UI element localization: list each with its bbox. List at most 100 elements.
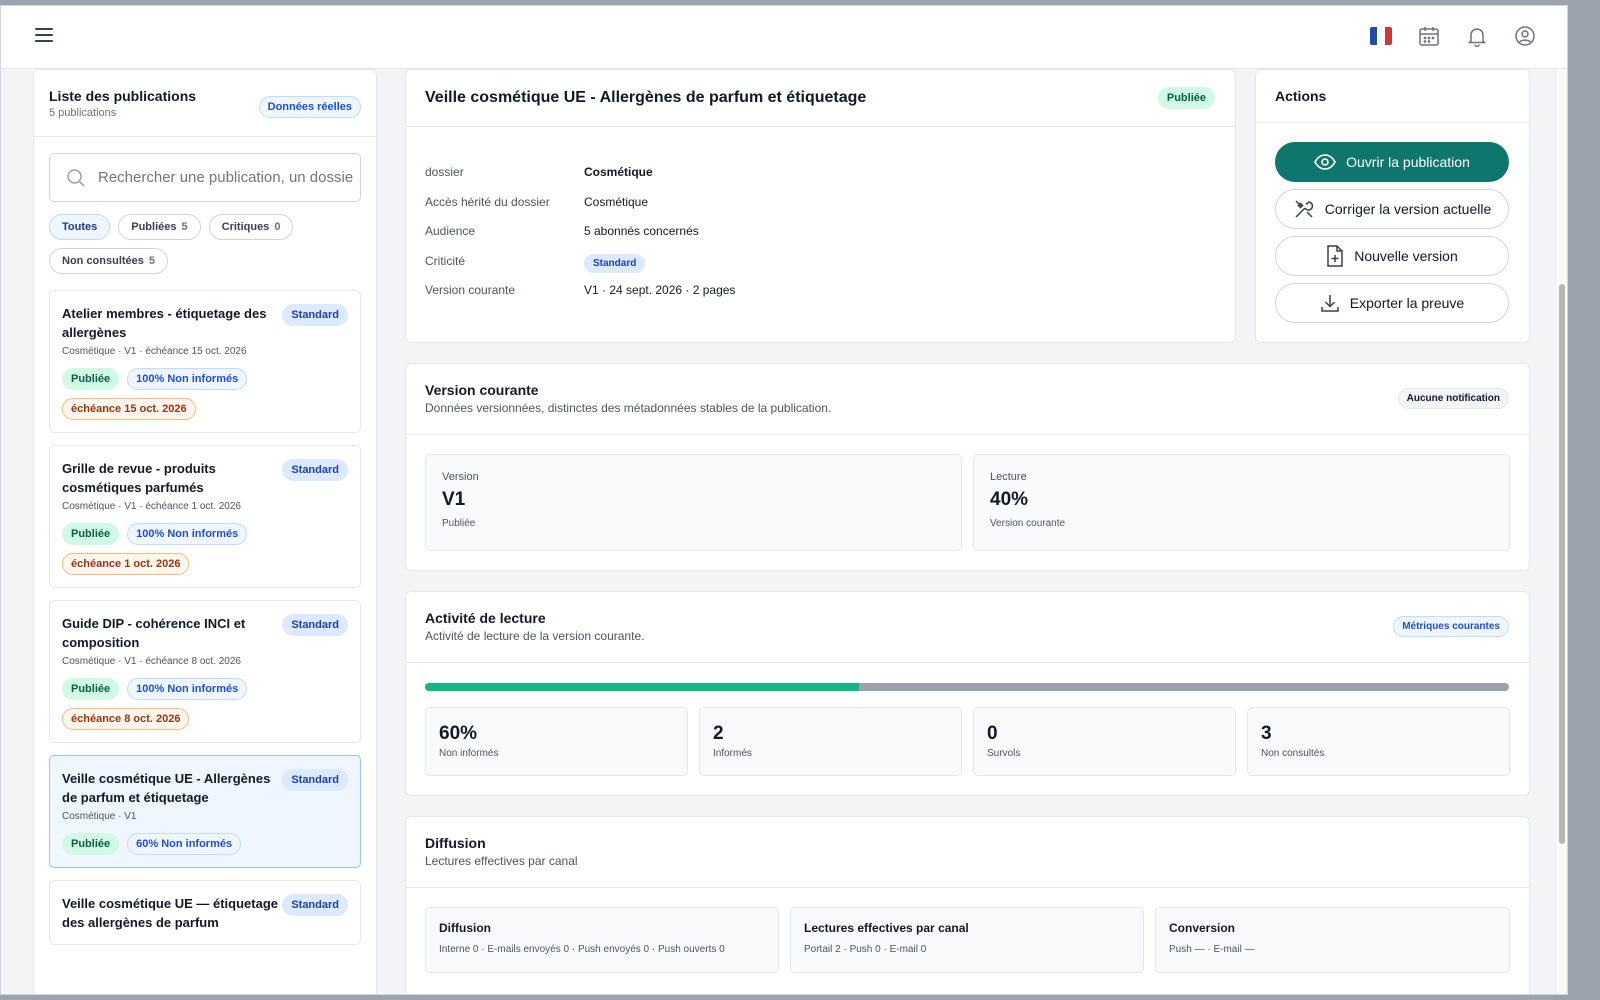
- reading-sub: Version courante: [990, 518, 1066, 529]
- version-status: Publiée: [442, 518, 476, 529]
- publication-title: Grille de revue - produits cosmétiques p…: [62, 461, 216, 495]
- meta-row-access: Accès hérité du dossier Cosmétique: [425, 195, 1216, 225]
- section-title: Diffusion: [425, 835, 486, 851]
- sidebar-header: Liste des publications 5 publications Do…: [34, 70, 376, 137]
- version-value: V1: [442, 489, 466, 510]
- section-title: Activité de lecture: [425, 610, 546, 626]
- tools-icon: [1295, 200, 1313, 218]
- stat-label: Survols: [987, 748, 1021, 759]
- metadata-table: dossier Cosmétique Accès hérité du dossie…: [406, 127, 1235, 313]
- page-scrollbar[interactable]: [1557, 69, 1567, 994]
- diffusion-section: Diffusion Lectures effectives par canal …: [405, 816, 1530, 994]
- publication-title: Atelier membres - étiquetage des allergè…: [62, 306, 267, 340]
- export-proof-button[interactable]: Exporter la preuve: [1275, 283, 1509, 323]
- stat-not-viewed: 3 Non consultés: [1247, 707, 1510, 776]
- filter-count: 0: [274, 221, 281, 233]
- publication-card-selected[interactable]: Veille cosmétique UE - Allergènes de par…: [49, 755, 361, 868]
- section-subtitle: Lectures effectives par canal: [425, 854, 578, 868]
- deadline-badge: échéance 1 oct. 2026: [62, 553, 190, 575]
- version-label: Version: [442, 471, 479, 483]
- button-label: Corriger la version actuelle: [1324, 201, 1492, 217]
- filter-published[interactable]: Publiées 5: [118, 214, 201, 240]
- scrollbar-thumb[interactable]: [1559, 284, 1565, 844]
- metrics-badge: Métriques courantes: [1393, 616, 1509, 637]
- meta-row-version: Version courante V1 · 24 sept. 2026 · 2 p…: [425, 283, 1216, 313]
- filter-count: 5: [181, 221, 188, 233]
- button-label: Exporter la preuve: [1349, 295, 1465, 311]
- publication-meta: Cosmétique · V1: [62, 811, 137, 822]
- filter-label: Non consultées: [62, 255, 144, 267]
- meta-row-audience: Audience 5 abonnés concernés: [425, 224, 1216, 254]
- publication-card[interactable]: Grille de revue - produits cosmétiques p…: [49, 445, 361, 588]
- filter-count: 5: [148, 255, 156, 267]
- publication-card[interactable]: Guide DIP - cohérence INCI et compositio…: [49, 600, 361, 743]
- filter-critical[interactable]: Critiques 0: [208, 214, 294, 240]
- language-flag-icon[interactable]: [1369, 24, 1393, 48]
- box-title: Lectures effectives par canal: [804, 921, 969, 935]
- filter-label: Toutes: [62, 221, 98, 233]
- box-text: Portail 2 · Push 0 · E-mail 0: [804, 944, 927, 955]
- notification-badge: Aucune notification: [1397, 388, 1509, 409]
- publication-card[interactable]: Atelier membres - étiquetage des allergè…: [49, 290, 361, 433]
- search-icon: [67, 168, 85, 187]
- stat-value: 2: [713, 723, 724, 744]
- data-source-badge: Données réelles: [258, 96, 361, 118]
- new-version-button[interactable]: Nouvelle version: [1275, 236, 1509, 276]
- box-text: Push — · E-mail —: [1169, 944, 1255, 955]
- button-label: Ouvrir la publication: [1346, 154, 1470, 170]
- criticality-badge: Standard: [282, 459, 348, 481]
- criticality-badge: Standard: [282, 769, 348, 791]
- meta-value: 5 abonnés concernés: [584, 224, 699, 238]
- meta-key: Version courante: [425, 283, 516, 297]
- publication-title: Veille cosmétique UE — étiquetage des al…: [62, 896, 279, 930]
- publication-meta: Cosmétique · V1 · échéance 8 oct. 2026: [62, 656, 241, 667]
- open-publication-button[interactable]: Ouvrir la publication: [1275, 142, 1509, 182]
- stat-label: Informés: [713, 748, 752, 759]
- stat-hovers: 0 Survols: [973, 707, 1236, 776]
- publication-meta: Cosmétique · V1 · échéance 1 oct. 2026: [62, 501, 241, 512]
- publication-details-card: Veille cosmétique UE - Allergènes de par…: [405, 69, 1236, 343]
- meta-key: Audience: [425, 224, 476, 238]
- filter-label: Publiées: [131, 221, 177, 233]
- stat-value: 3: [1261, 723, 1272, 744]
- calendar-icon[interactable]: [1417, 24, 1441, 48]
- status-badge: Publiée: [62, 833, 120, 855]
- search-box[interactable]: [49, 153, 361, 202]
- informed-badge: 100% Non informés: [127, 368, 248, 390]
- publication-card[interactable]: Veille cosmétique UE — étiquetage des al…: [49, 880, 361, 945]
- app-window: Liste des publications 5 publications Do…: [0, 5, 1568, 995]
- stat-not-informed: 60% Non informés: [425, 707, 688, 776]
- box-title: Diffusion: [439, 921, 491, 935]
- publication-title: Veille cosmétique UE - Allergènes de par…: [425, 89, 867, 106]
- criticality-badge: Standard: [282, 614, 348, 636]
- menu-icon[interactable]: [35, 28, 53, 42]
- section-subtitle: Activité de lecture de la version couran…: [425, 629, 645, 643]
- meta-value: V1 · 24 sept. 2026 · 2 pages: [584, 283, 736, 297]
- deadline-badge: échéance 15 oct. 2026: [62, 398, 196, 420]
- fix-version-button[interactable]: Corriger la version actuelle: [1275, 189, 1509, 229]
- publication-title: Veille cosmétique UE - Allergènes de par…: [62, 771, 271, 805]
- criticality-badge: Standard: [584, 253, 646, 273]
- box-title: Conversion: [1169, 921, 1236, 935]
- reading-progress-bar: [425, 683, 1509, 691]
- filter-label: Critiques: [221, 221, 270, 233]
- stat-value: 60%: [439, 723, 478, 744]
- meta-key: dossier: [425, 165, 464, 179]
- user-account-icon[interactable]: [1513, 24, 1537, 48]
- publication-meta: Cosmétique · V1 · échéance 15 oct. 2026: [62, 346, 247, 357]
- reading-value: 40%: [990, 489, 1029, 510]
- reading-activity-section: Activité de lecture Activité de lecture …: [405, 591, 1530, 796]
- box-text: Interne 0 · E-mails envoyés 0 · Push env…: [439, 944, 725, 955]
- download-icon: [1321, 295, 1339, 312]
- filter-not-viewed[interactable]: Non consultées 5: [49, 248, 169, 274]
- bell-icon[interactable]: [1465, 24, 1489, 48]
- filter-all[interactable]: Toutes: [49, 214, 111, 240]
- meta-row-dossier: dossier Cosmétique: [425, 165, 1216, 195]
- conversion-box: Conversion Push — · E-mail —: [1155, 907, 1510, 973]
- criticality-badge: Standard: [282, 894, 348, 916]
- button-label: Nouvelle version: [1354, 248, 1458, 264]
- filter-chips: Toutes Publiées 5 Critiques 0 Non consulté…: [34, 202, 364, 274]
- diffusion-box: Diffusion Interne 0 · E-mails envoyés 0 …: [425, 907, 779, 973]
- search-input[interactable]: [98, 169, 353, 186]
- publications-sidebar: Liste des publications 5 publications Do…: [33, 69, 377, 994]
